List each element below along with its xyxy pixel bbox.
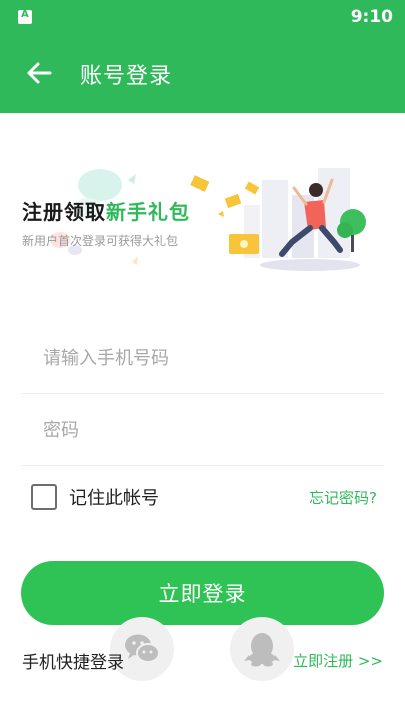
password-input[interactable] bbox=[21, 395, 384, 465]
app-bar: 账号登录 bbox=[0, 34, 405, 113]
phone-input[interactable] bbox=[21, 323, 384, 393]
back-arrow-icon[interactable] bbox=[22, 56, 56, 90]
qq-icon bbox=[244, 633, 280, 667]
qq-login-button[interactable] bbox=[230, 617, 294, 681]
page-title: 账号登录 bbox=[80, 64, 173, 89]
remember-account[interactable]: 记住此帐号 bbox=[31, 482, 159, 512]
phone-quick-login-link[interactable]: 手机快捷登录 bbox=[22, 648, 124, 673]
banner-subtitle: 新用户首次登录可获得大礼包 bbox=[22, 234, 179, 248]
app-notification-icon bbox=[18, 9, 32, 24]
status-time: 9:10 bbox=[350, 7, 393, 27]
status-bar: 9:10 bbox=[0, 0, 405, 34]
register-link[interactable]: 立即注册 >> bbox=[293, 650, 383, 671]
banner-title: 注册领取新手礼包 bbox=[22, 196, 190, 225]
password-field bbox=[21, 395, 384, 466]
phone-field bbox=[21, 323, 384, 394]
banner-title-main: 注册领取 bbox=[22, 200, 106, 224]
promo-banner: 注册领取新手礼包 新用户首次登录可获得大礼包 bbox=[0, 150, 405, 290]
login-button[interactable]: 立即登录 bbox=[21, 561, 384, 625]
remember-label: 记住此帐号 bbox=[69, 488, 159, 509]
forgot-password-link[interactable]: 忘记密码? bbox=[309, 487, 377, 508]
banner-title-highlight: 新手礼包 bbox=[106, 200, 190, 224]
remember-checkbox[interactable] bbox=[31, 484, 57, 510]
